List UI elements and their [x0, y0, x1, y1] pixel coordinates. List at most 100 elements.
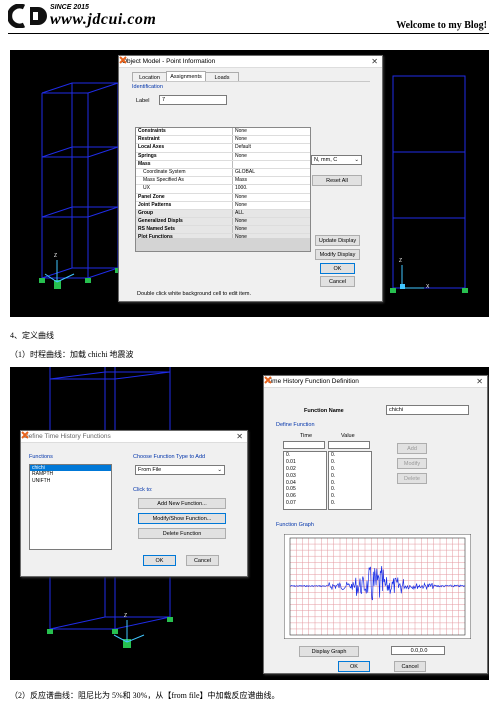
row-value[interactable]: None: [233, 218, 310, 225]
list-item[interactable]: 0.: [329, 480, 371, 487]
object-model-title: Object Model - Point Information: [122, 58, 216, 65]
table-row[interactable]: Panel Zone None: [136, 193, 310, 202]
close-icon[interactable]: ✕: [371, 57, 378, 66]
row-key: Coordinate System: [136, 168, 233, 177]
row-value[interactable]: GLOBAL: [233, 169, 310, 176]
function-type-value: From File: [138, 467, 162, 473]
cancel-button[interactable]: Cancel: [320, 276, 355, 287]
units-select[interactable]: N, mm, C ⌄: [311, 155, 362, 165]
choose-type-group: Choose Function Type to Add: [133, 454, 206, 460]
table-row[interactable]: Generalized Displs None: [136, 218, 310, 227]
table-row[interactable]: Group ALL: [136, 209, 310, 219]
row-key: Local Axes: [136, 144, 233, 152]
label-field[interactable]: 7: [159, 95, 227, 105]
table-row[interactable]: Springs None: [136, 152, 310, 161]
list-item[interactable]: 0.: [329, 500, 371, 507]
cancel-button[interactable]: Cancel: [186, 555, 219, 566]
row-key: Panel Zone: [136, 193, 233, 201]
time-input[interactable]: [283, 441, 325, 449]
define-th-titlebar[interactable]: Define Time History Functions ✕: [21, 431, 247, 443]
row-key: Mass Specified As: [136, 177, 233, 185]
table-row[interactable]: Mass Specified As Mass: [136, 177, 310, 186]
value-input[interactable]: [328, 441, 370, 449]
axis-z-label-2: Z: [124, 613, 128, 619]
list-item[interactable]: 0.: [329, 486, 371, 493]
axis-z-label: Z: [54, 253, 58, 259]
row-value[interactable]: None: [233, 194, 310, 201]
modify-display-button[interactable]: Modify Display: [315, 249, 360, 260]
functions-list[interactable]: chichi RAMPTH UNIFTH: [29, 464, 112, 550]
row-value[interactable]: [233, 161, 310, 168]
row-value[interactable]: 1000.: [233, 185, 310, 192]
th-definition-titlebar[interactable]: Time History Function Definition ✕: [264, 376, 487, 388]
row-value[interactable]: None: [233, 128, 310, 135]
delete-button[interactable]: Delete: [397, 473, 427, 484]
row-value[interactable]: Mass: [233, 177, 310, 184]
cancel-button[interactable]: Cancel: [394, 661, 426, 672]
list-item[interactable]: 0.02: [284, 466, 326, 473]
row-value[interactable]: None: [233, 136, 310, 143]
logo-since-text: SINCE 2015: [50, 4, 89, 11]
axis-x-label-right: X: [426, 284, 430, 290]
list-item[interactable]: 0.: [329, 459, 371, 466]
add-button[interactable]: Add: [397, 443, 427, 454]
ok-button[interactable]: OK: [143, 555, 176, 566]
list-item[interactable]: 0.: [329, 466, 371, 473]
define-th-dialog: Define Time History Functions ✕ Function…: [20, 430, 248, 577]
list-item[interactable]: 0.04: [284, 480, 326, 487]
table-row[interactable]: Restraint None: [136, 136, 310, 145]
time-list[interactable]: 0. 0.01 0.02 0.03 0.04 0.05 0.06 0.07: [283, 451, 327, 510]
update-display-button[interactable]: Update Display: [315, 235, 360, 246]
ok-button[interactable]: OK: [320, 263, 355, 274]
object-model-titlebar[interactable]: Object Model - Point Information ✕: [119, 56, 382, 68]
row-value[interactable]: None: [233, 226, 310, 233]
reset-all-button[interactable]: Reset All: [312, 175, 362, 186]
function-type-select[interactable]: From File ⌄: [135, 465, 225, 475]
table-row[interactable]: Joint Patterns None: [136, 201, 310, 210]
list-item[interactable]: 0.07: [284, 500, 326, 507]
screenshot-object-model: Z Z X Object Model - Point Information ✕…: [10, 50, 489, 317]
delete-function-button[interactable]: Delete Function: [138, 528, 226, 539]
ok-button[interactable]: OK: [338, 661, 370, 672]
time-header: Time: [300, 433, 313, 439]
units-value: N, mm, C: [314, 157, 338, 163]
row-value[interactable]: None: [233, 153, 310, 160]
table-row[interactable]: Constraints None: [136, 128, 310, 137]
table-row[interactable]: Mass: [136, 160, 310, 169]
list-item[interactable]: 0.01: [284, 459, 326, 466]
row-value[interactable]: None: [233, 202, 310, 209]
list-item[interactable]: 0.: [329, 452, 371, 459]
list-item[interactable]: 0.06: [284, 493, 326, 500]
table-row[interactable]: RS Named Sets None: [136, 226, 310, 235]
list-item[interactable]: 0.: [329, 473, 371, 480]
graph-coords: 0.0,0.0: [391, 646, 445, 655]
section-heading: 4、定义曲线: [10, 331, 54, 340]
list-item[interactable]: 0.03: [284, 473, 326, 480]
site-logo-icon: [8, 4, 47, 28]
row-value[interactable]: ALL: [233, 210, 310, 217]
list-item[interactable]: 0.: [284, 452, 326, 459]
label-caption: Label: [136, 98, 150, 104]
value-list[interactable]: 0. 0. 0. 0. 0. 0. 0. 0.: [328, 451, 372, 510]
sap-logo-icon: [119, 56, 127, 64]
identification-group: Identification: [132, 84, 163, 90]
table-row[interactable]: Local Axes Default: [136, 144, 310, 153]
row-key: UX: [136, 185, 233, 193]
table-row[interactable]: UX 1000.: [136, 185, 310, 194]
function-name-label: Function Name: [304, 408, 344, 414]
modify-show-function-button[interactable]: Modify/Show Function...: [138, 513, 226, 524]
define-th-title: Define Time History Functions: [24, 433, 111, 440]
display-graph-button[interactable]: Display Graph: [299, 646, 359, 657]
row-value[interactable]: Default: [233, 144, 310, 151]
close-icon[interactable]: ✕: [236, 432, 243, 441]
modify-button[interactable]: Modify: [397, 458, 427, 469]
table-row[interactable]: Coordinate System GLOBAL: [136, 168, 310, 178]
row-key: RS Named Sets: [136, 226, 233, 234]
close-icon[interactable]: ✕: [476, 377, 483, 386]
list-item[interactable]: 0.: [329, 493, 371, 500]
function-name-input[interactable]: chichi: [386, 405, 469, 415]
list-item[interactable]: UNIFTH: [30, 478, 111, 484]
screenshot-time-history: Z Define Time History Functions ✕ Functi…: [10, 367, 489, 680]
list-item[interactable]: 0.05: [284, 486, 326, 493]
add-new-function-button[interactable]: Add New Function...: [138, 498, 226, 509]
